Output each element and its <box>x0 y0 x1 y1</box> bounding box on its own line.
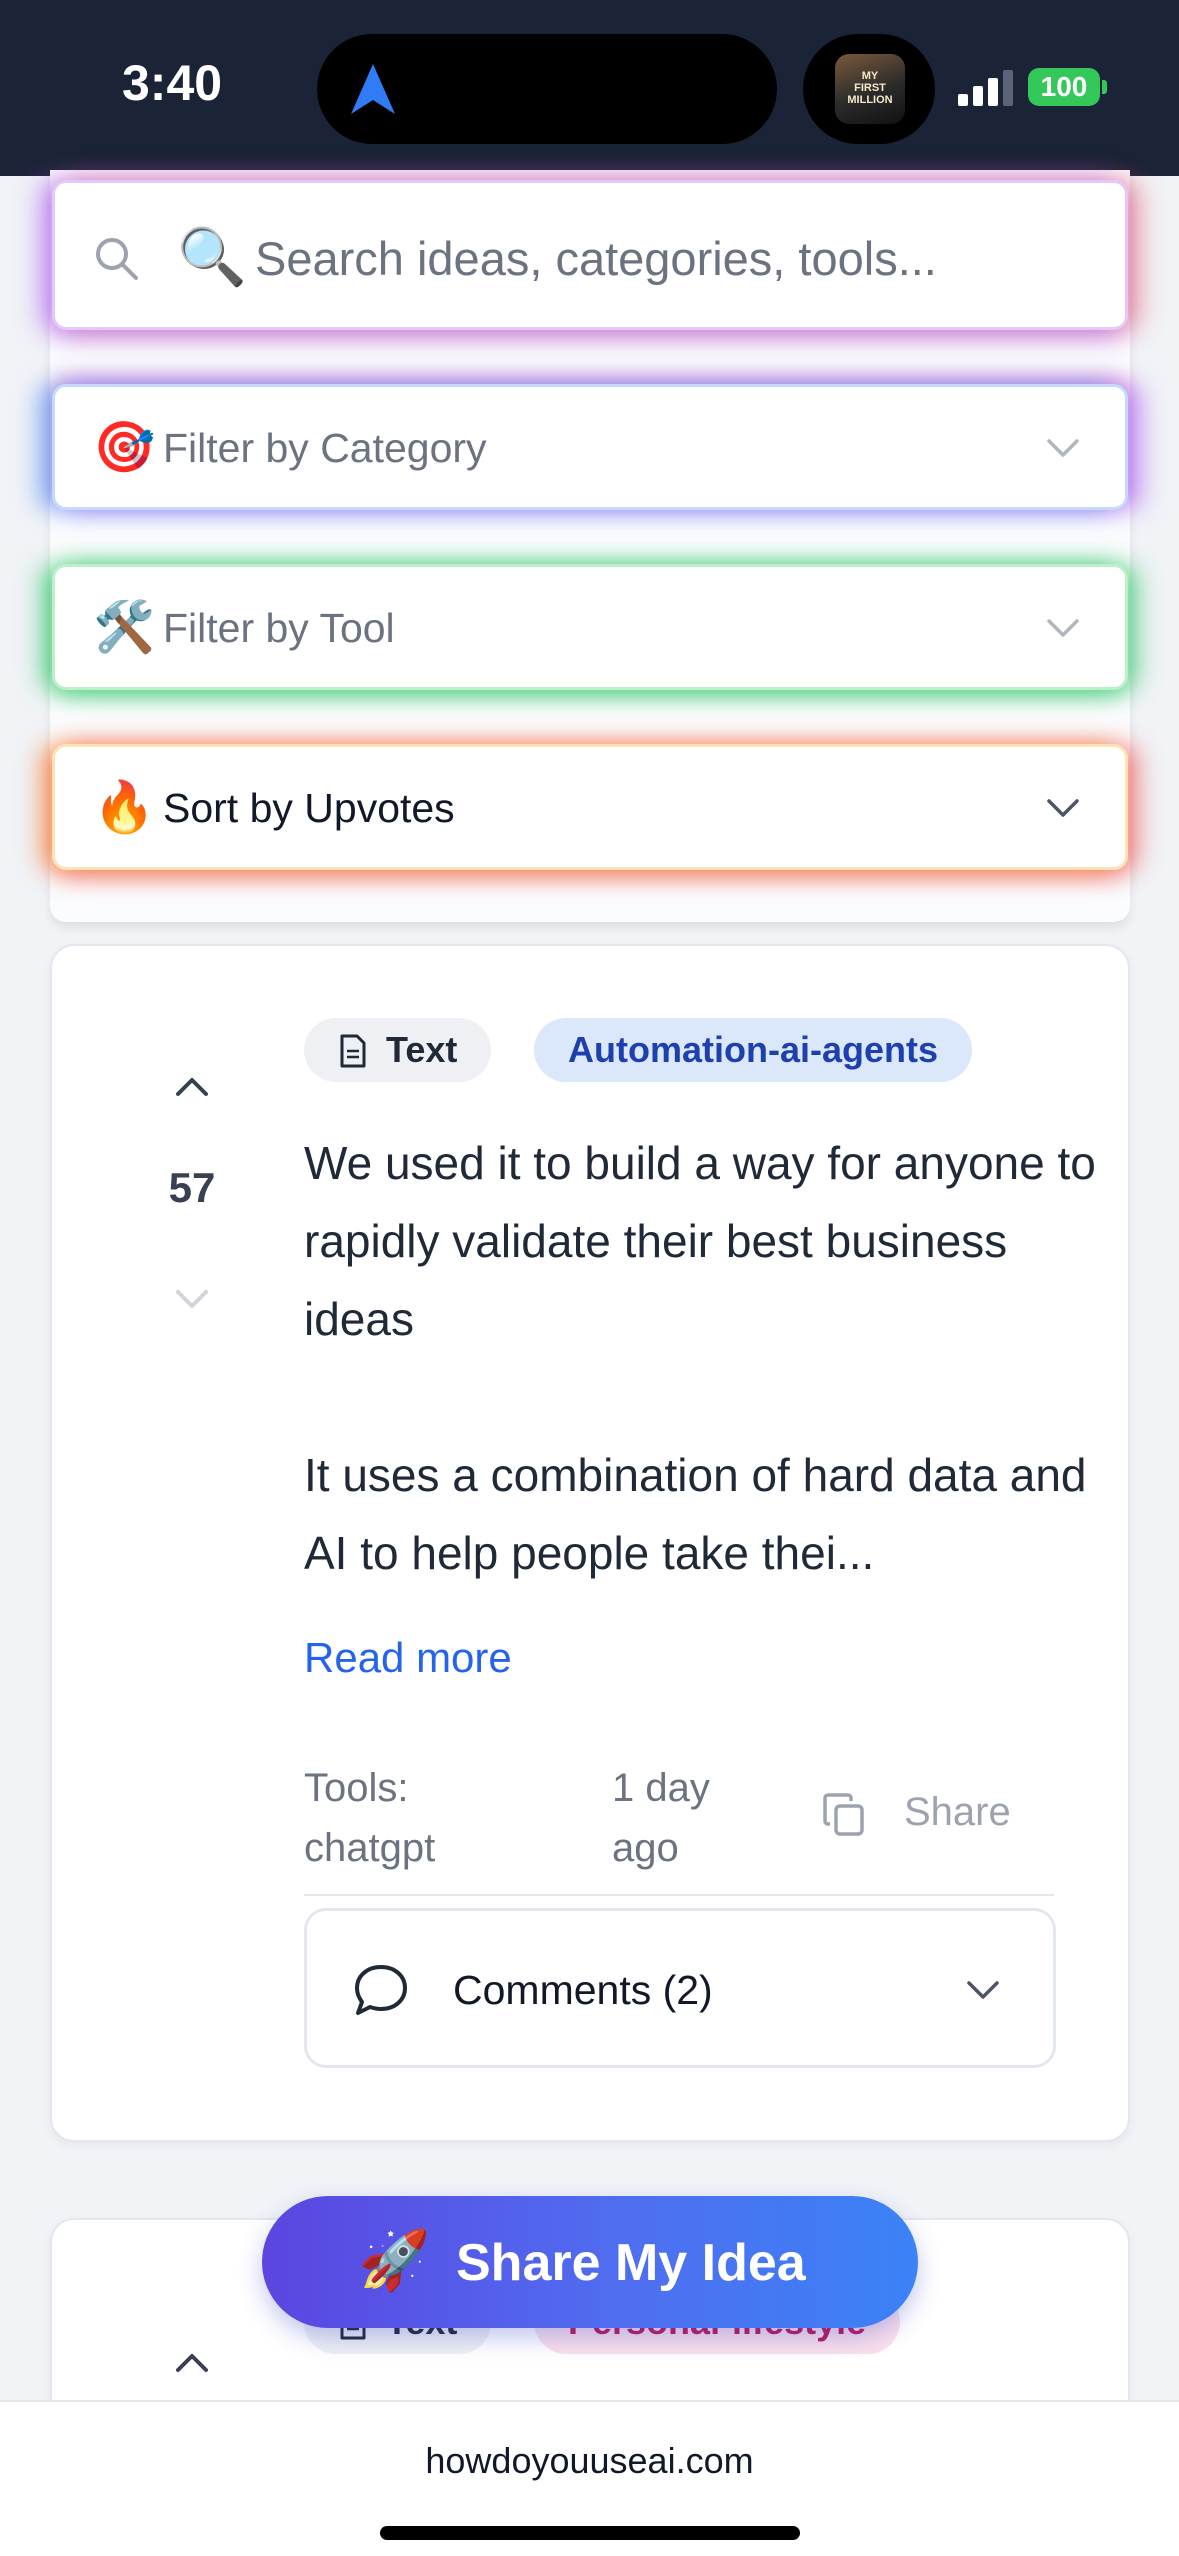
idea-text-paragraph: It uses a combination of hard data and A… <box>304 1449 1087 1579</box>
location-arrow-icon <box>351 64 395 114</box>
tools-emoji-icon: 🛠️ <box>93 599 156 655</box>
chevron-down-icon <box>1047 799 1079 817</box>
downvote-chevron-icon[interactable] <box>172 1286 212 1314</box>
tools-meta: Tools: chatgpt <box>304 1758 524 1878</box>
comments-label: Comments (2) <box>453 1967 713 2013</box>
podcast-art-line: MILLION <box>847 94 893 106</box>
read-more-link[interactable]: Read more <box>304 1634 512 1682</box>
search-box[interactable]: 🔍 <box>52 180 1128 330</box>
type-badge-label: Text <box>386 1029 458 1070</box>
upvote-chevron-icon[interactable] <box>172 2348 212 2376</box>
sort-select-label: Sort by Upvotes <box>163 785 455 831</box>
tools-label: Tools: <box>304 1766 409 1810</box>
chevron-down-icon <box>1047 619 1079 637</box>
share-button[interactable]: Share <box>822 1782 1052 1842</box>
time-ago: 1 day ago <box>612 1766 710 1870</box>
idea-text-paragraph: We used it to build a way for anyone to … <box>304 1137 1096 1345</box>
search-icon <box>96 238 138 280</box>
type-badge: Text <box>304 1018 492 1082</box>
idea-text: We used it to build a way for anyone to … <box>304 1124 1104 1592</box>
podcast-art-line: FIRST <box>854 82 886 94</box>
status-bar: 3:40 MY FIRST MILLION 100 <box>0 0 1179 176</box>
podcast-art-line: MY <box>861 70 879 82</box>
vote-count: 57 <box>168 1164 216 1211</box>
target-emoji-icon: 🎯 <box>93 419 156 475</box>
comment-bubble-icon <box>355 1965 407 2015</box>
copy-icon <box>823 1793 864 1836</box>
cellular-signal-icon <box>958 70 1013 106</box>
chevron-down-icon <box>967 1981 999 1999</box>
comments-toggle[interactable]: Comments (2) <box>304 1908 1056 2068</box>
share-my-idea-label: Share My Idea <box>456 2234 806 2292</box>
browser-address-bar[interactable]: howdoyouuseai.com <box>0 2400 1179 2556</box>
magnifier-emoji-icon: 🔍 <box>177 225 247 288</box>
rocket-emoji-icon: 🚀 <box>358 2228 431 2293</box>
document-icon <box>340 1034 366 1068</box>
idea-card: 57 Text Automation-ai-agents We used it … <box>50 944 1130 2142</box>
category-filter-label: Filter by Category <box>163 425 487 471</box>
dynamic-island <box>317 34 777 144</box>
share-label: Share <box>904 1790 1011 1834</box>
battery-icon: 100 <box>1028 68 1100 106</box>
sort-select[interactable]: 🔥 Sort by Upvotes <box>52 744 1128 870</box>
tool-filter-label: Filter by Tool <box>163 605 395 651</box>
search-input[interactable] <box>255 223 1095 293</box>
category-badge[interactable]: Automation-ai-agents <box>534 1018 973 1082</box>
browser-url[interactable]: howdoyouuseai.com <box>0 2440 1179 2482</box>
share-my-idea-button[interactable]: 🚀 Share My Idea <box>262 2196 918 2328</box>
category-filter-select[interactable]: 🎯 Filter by Category <box>52 384 1128 510</box>
status-time: 3:40 <box>122 55 223 111</box>
tools-value: chatgpt <box>304 1826 436 1870</box>
home-indicator[interactable] <box>380 2526 800 2540</box>
fire-emoji-icon: 🔥 <box>93 779 156 835</box>
now-playing-pill[interactable]: MY FIRST MILLION <box>803 34 935 144</box>
tool-filter-select[interactable]: 🛠️ Filter by Tool <box>52 564 1128 690</box>
chevron-down-icon <box>1047 439 1079 457</box>
divider <box>304 1894 1054 1896</box>
battery-tip <box>1102 80 1107 94</box>
upvote-chevron-icon[interactable] <box>172 1072 212 1100</box>
podcast-artwork: MY FIRST MILLION <box>835 54 905 124</box>
